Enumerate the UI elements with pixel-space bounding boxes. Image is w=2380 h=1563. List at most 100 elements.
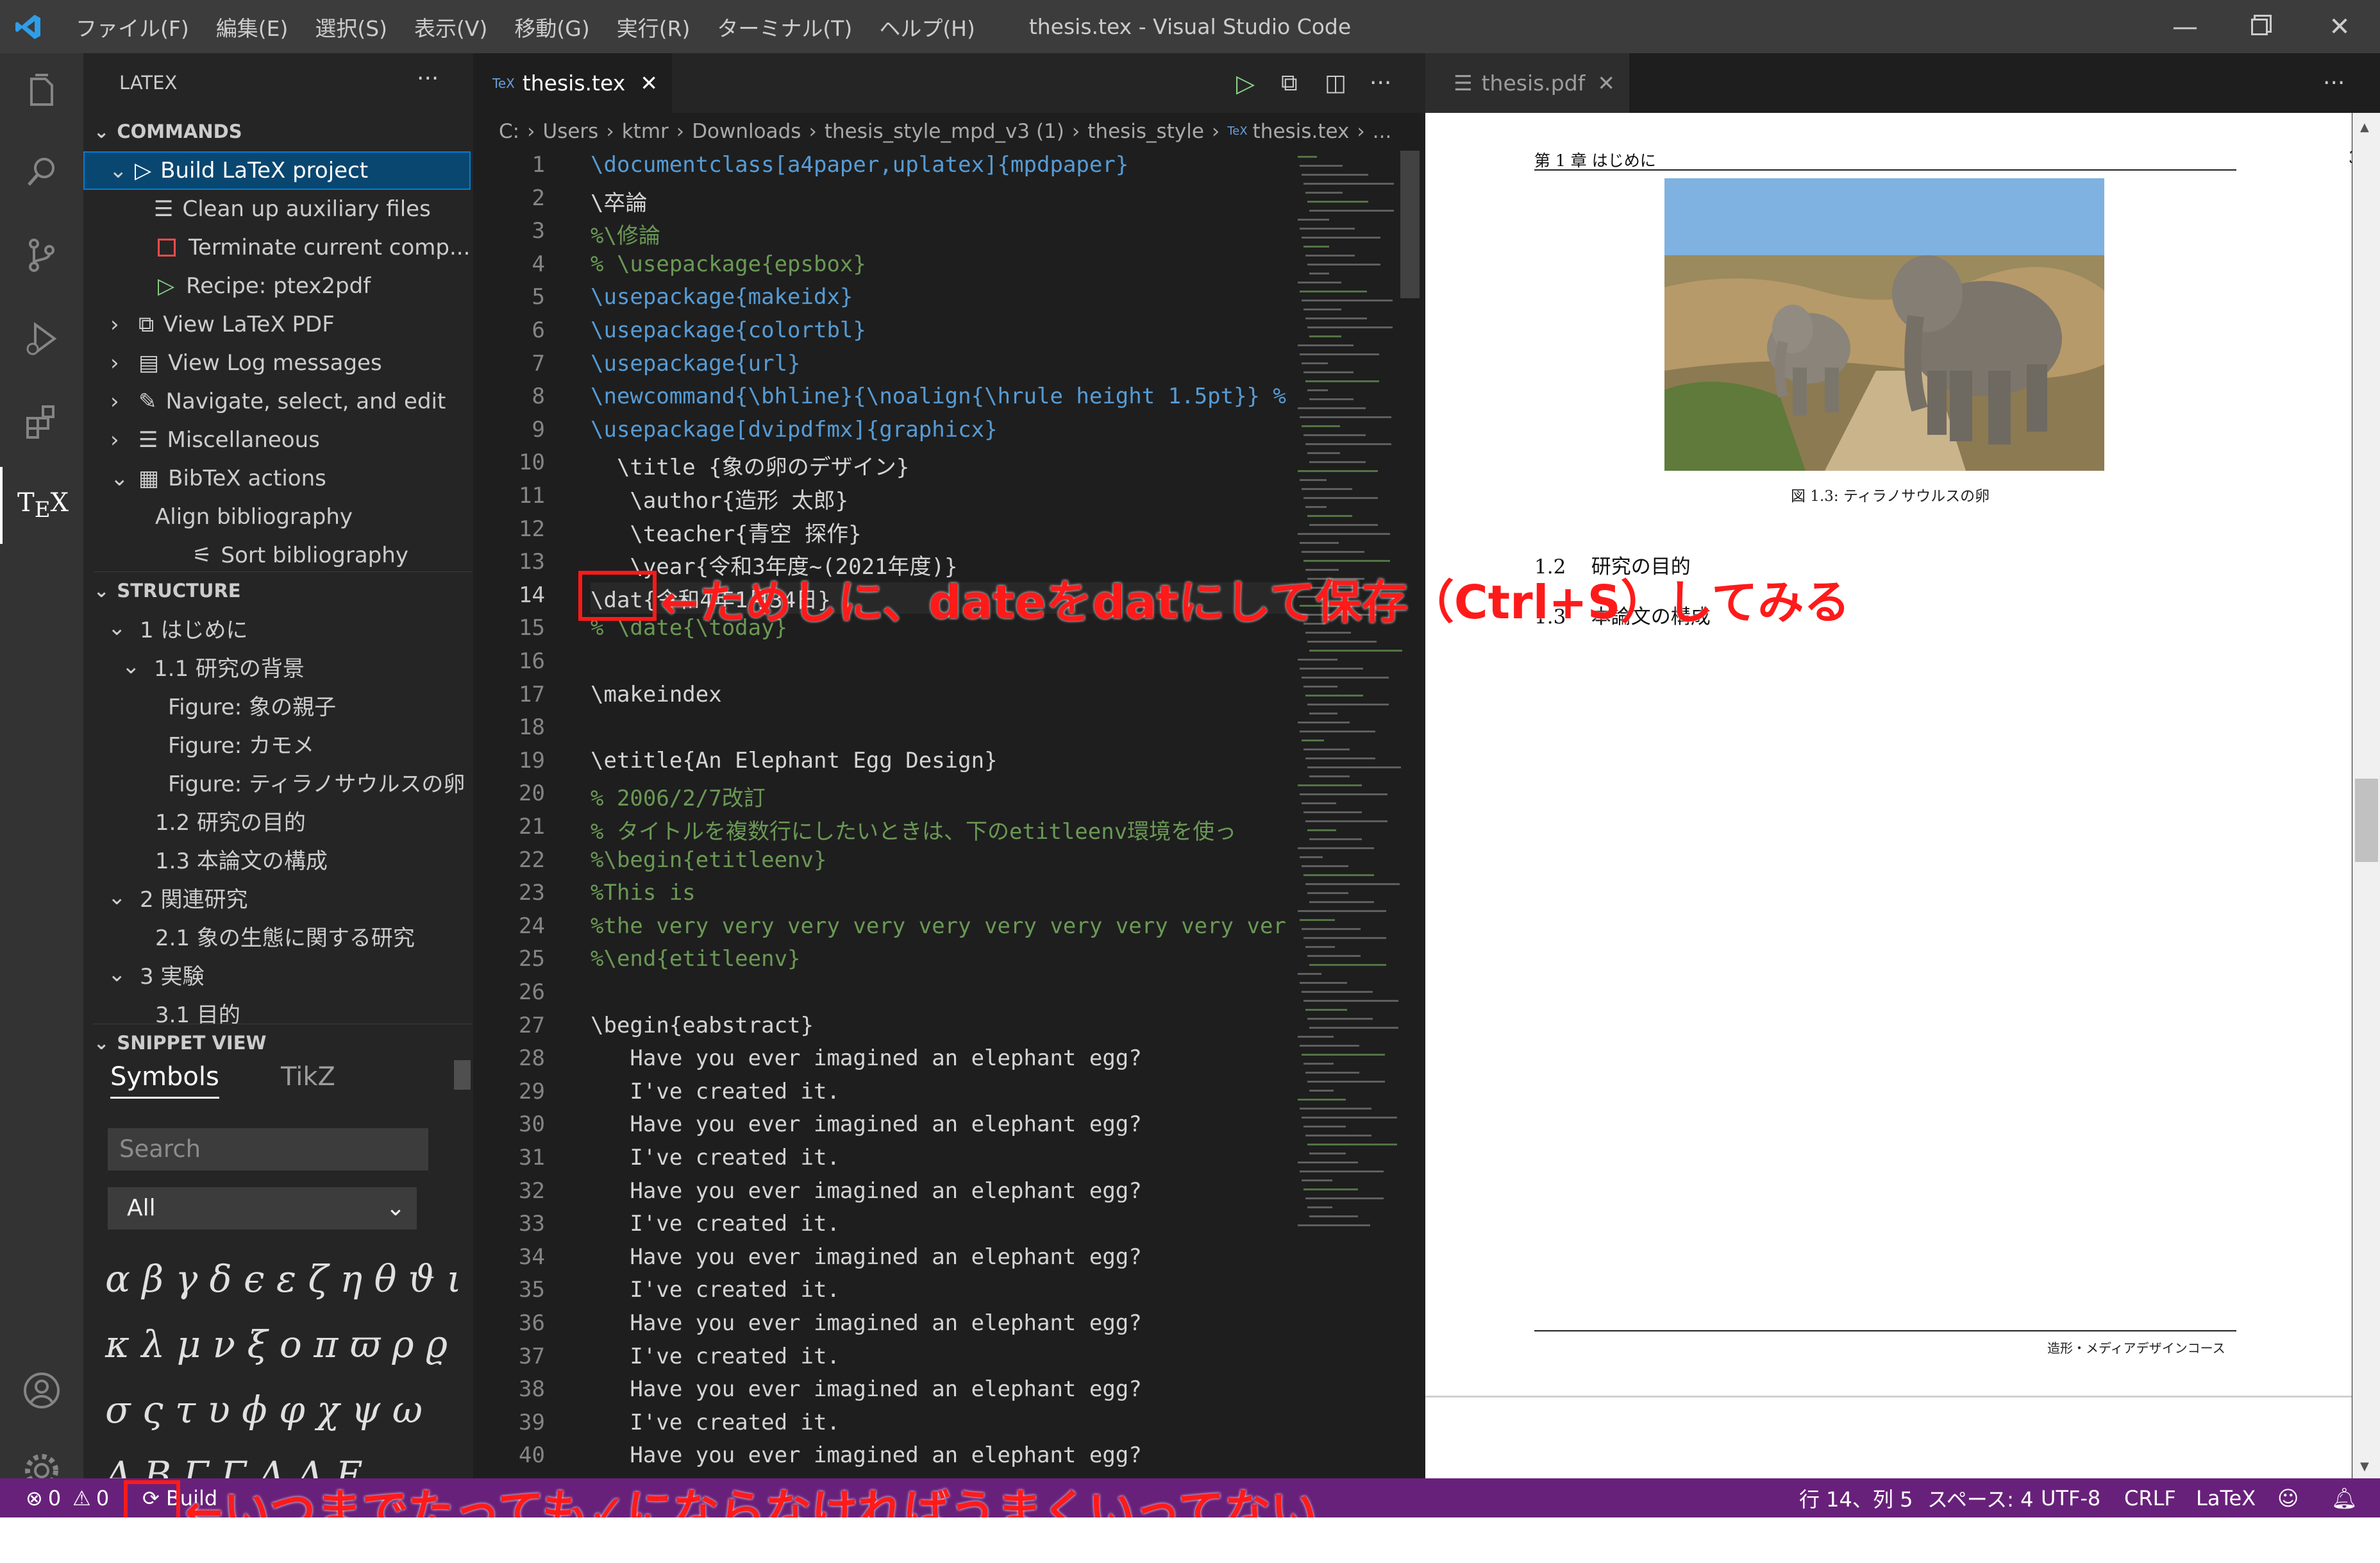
structure-item[interactable]: ⌄ 1.1 研究の背景: [83, 647, 473, 686]
code-line[interactable]: \newcommand{\bhline}{\noalign{\hrule hei…: [591, 384, 1286, 409]
code-line[interactable]: %\begin{etitleenv}: [591, 847, 826, 873]
code-line[interactable]: \documentclass[a4paper,uplatex]{mpdpaper…: [591, 152, 1128, 178]
structure-item[interactable]: ⌄ 2 関連研究: [83, 878, 473, 917]
explorer-icon[interactable]: [0, 53, 83, 130]
tab-symbols[interactable]: Symbols: [110, 1062, 219, 1099]
scrollbar-thumb[interactable]: [2355, 779, 2378, 862]
recipe-item[interactable]: ▷ Recipe: ptex2pdf: [83, 267, 473, 305]
misc-item[interactable]: › ☰ Miscellaneous: [83, 421, 473, 459]
menu-selection[interactable]: 選択(S): [315, 12, 387, 42]
code-line[interactable]: \title {象の卵のデザイン}: [591, 450, 909, 481]
editor-scrollbar[interactable]: [1400, 151, 1420, 298]
code-line[interactable]: I've created it.: [591, 1344, 840, 1369]
restore-button[interactable]: [2224, 0, 2295, 53]
more-actions-icon[interactable]: ···: [2323, 53, 2345, 113]
run-debug-icon[interactable]: [0, 300, 83, 377]
snippet-view-header[interactable]: ⌄ SNIPPET VIEW: [94, 1024, 472, 1061]
more-actions-icon[interactable]: ···: [1370, 53, 1391, 113]
code-line[interactable]: Have you ever imagined an elephant egg?: [591, 1376, 1141, 1402]
code-editor[interactable]: 1 \documentclass[a4paper,uplatex]{mpdpape…: [473, 149, 1294, 1478]
code-line[interactable]: \etitle{An Elephant Egg Design}: [591, 748, 998, 773]
commands-section-header[interactable]: ⌄ COMMANDS: [94, 113, 472, 150]
scrollbar[interactable]: [454, 1060, 471, 1090]
code-line[interactable]: \begin{eabstract}: [591, 1013, 814, 1038]
code-line[interactable]: Have you ever imagined an elephant egg?: [591, 1442, 1141, 1468]
code-line[interactable]: I've created it.: [591, 1277, 840, 1303]
breadcrumb-item[interactable]: thesis_style: [1087, 120, 1204, 143]
clean-up-item[interactable]: ☰ Clean up auxiliary files: [83, 190, 473, 228]
code-line[interactable]: % \usepackage{epsbox}: [591, 251, 866, 277]
tab-tikz[interactable]: TikZ: [281, 1062, 335, 1092]
bibtex-actions-item[interactable]: ⌄ ▦ BibTeX actions: [83, 459, 473, 498]
close-window-button[interactable]: ✕: [2304, 0, 2375, 53]
symbol-grid[interactable]: α β γ δ ϵ ε ζ η θ ϑ ι κ λ μ ν ξ o π ϖ ρ …: [105, 1246, 462, 1508]
structure-item[interactable]: Figure: 象の親子: [83, 686, 473, 724]
structure-item[interactable]: 2.1 象の生態に関する研究: [83, 917, 473, 955]
close-icon[interactable]: ✕: [1597, 71, 1615, 96]
source-control-icon[interactable]: [0, 217, 83, 294]
structure-item[interactable]: Figure: ティラノサウルスの卵: [83, 763, 473, 801]
menu-terminal[interactable]: ターミナル(T): [717, 12, 852, 42]
view-pdf-icon[interactable]: ⧉: [1281, 53, 1298, 113]
minimap[interactable]: [1295, 149, 1423, 1478]
structure-item[interactable]: Figure: カモメ: [83, 724, 473, 763]
code-line[interactable]: %the very very very very very very very …: [591, 913, 1286, 939]
code-line[interactable]: Have you ever imagined an elephant egg?: [591, 1244, 1141, 1270]
encoding[interactable]: UTF-8: [2041, 1478, 2100, 1517]
menu-edit[interactable]: 編集(E): [216, 12, 289, 42]
search-input[interactable]: Search: [108, 1128, 428, 1170]
indentation[interactable]: スペース: 4: [1927, 1478, 2033, 1517]
breadcrumb-item[interactable]: ktmr: [622, 120, 669, 143]
code-line[interactable]: %This is: [591, 880, 696, 906]
breadcrumb-item[interactable]: Downloads: [692, 120, 801, 143]
code-line[interactable]: Have you ever imagined an elephant egg?: [591, 1045, 1141, 1071]
symbol-row[interactable]: α β γ δ ϵ ε ζ η θ ϑ ι: [105, 1246, 462, 1312]
code-line[interactable]: %\修論: [591, 218, 660, 249]
terminate-item[interactable]: Terminate current comp...: [83, 228, 473, 267]
code-line[interactable]: \author{造形 太郎}: [591, 483, 848, 514]
breadcrumb-item[interactable]: ...: [1373, 120, 1392, 143]
scroll-down-icon[interactable]: ▼: [2360, 1460, 2369, 1473]
tab-thesis-pdf[interactable]: ☰ thesis.pdf ✕: [1425, 53, 1629, 113]
pdf-page[interactable]: 第 1 章 はじめに 3 図 1.3: ティラノサウルスの卵 1.2 研究の目的…: [1425, 113, 2359, 1478]
menu-run[interactable]: 実行(R): [617, 12, 691, 42]
menu-file[interactable]: ファイル(F): [76, 12, 189, 42]
symbol-row[interactable]: σ ς τ υ ϕ φ χ ψ ω: [105, 1377, 462, 1442]
tex-icon[interactable]: TEX: [0, 467, 83, 544]
pdf-scrollbar-track[interactable]: ▲ ▼: [2352, 113, 2380, 1478]
code-line[interactable]: I've created it.: [591, 1145, 840, 1170]
symbol-row[interactable]: κ λ μ ν ξ o π ϖ ρ ϱ: [105, 1312, 462, 1377]
split-editor-icon[interactable]: ◫: [1325, 53, 1346, 113]
align-bibliography-item[interactable]: Align bibliography: [83, 498, 473, 536]
line-ending[interactable]: CRLF: [2124, 1478, 2176, 1517]
problems-indicator[interactable]: ⊗ 0 ⚠ 0: [26, 1478, 109, 1517]
code-line[interactable]: % 2006/2/7改訂: [591, 781, 766, 812]
code-line[interactable]: \makeindex: [591, 682, 722, 707]
structure-item[interactable]: ⌄ 1 はじめに: [83, 609, 473, 647]
extensions-icon[interactable]: [0, 384, 83, 460]
code-line[interactable]: Have you ever imagined an elephant egg?: [591, 1178, 1141, 1204]
more-actions-icon[interactable]: ···: [417, 53, 439, 113]
accounts-icon[interactable]: [0, 1352, 83, 1429]
breadcrumb-item[interactable]: C:: [499, 120, 519, 143]
breadcrumb-item[interactable]: thesis_style_mpd_v3 (1): [825, 120, 1064, 143]
code-line[interactable]: % タイトルを複数行にしたいときは、下のetitleenv環境を使っ: [591, 814, 1236, 845]
language-mode[interactable]: LaTeX: [2196, 1478, 2256, 1517]
menu-view[interactable]: 表示(V): [414, 12, 487, 42]
code-line[interactable]: Have you ever imagined an elephant egg?: [591, 1310, 1141, 1336]
code-line[interactable]: I've created it.: [591, 1410, 840, 1435]
navigate-item[interactable]: › ✎ Navigate, select, and edit: [83, 382, 473, 421]
minimize-button[interactable]: —: [2150, 0, 2220, 53]
structure-item[interactable]: 1.3 本論文の構成: [83, 840, 473, 878]
build-run-icon[interactable]: ▷: [1236, 53, 1255, 113]
menu-help[interactable]: ヘルプ(H): [879, 12, 975, 42]
code-line[interactable]: Have you ever imagined an elephant egg?: [591, 1111, 1141, 1137]
cursor-position[interactable]: 行 14、列 5: [1799, 1478, 1913, 1517]
feedback-icon[interactable]: ☺: [2277, 1478, 2299, 1517]
close-icon[interactable]: ✕: [640, 71, 658, 96]
code-line[interactable]: \卒論: [591, 185, 647, 217]
build-latex-project-item[interactable]: ⌄ ▷ Build LaTeX project: [83, 151, 471, 190]
view-log-item[interactable]: › ▤ View Log messages: [83, 344, 473, 382]
structure-item[interactable]: 1.2 研究の目的: [83, 801, 473, 840]
breadcrumb-item[interactable]: thesis.tex: [1253, 120, 1350, 143]
